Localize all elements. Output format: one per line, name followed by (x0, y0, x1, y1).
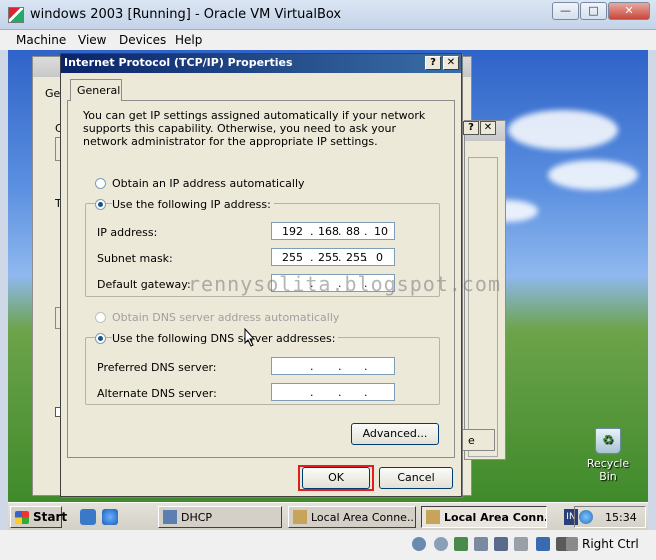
ip-manual-option[interactable]: Use the following IP address: (95, 198, 274, 211)
dns-manual-label: Use the following DNS server addresses: (112, 332, 339, 345)
help-button[interactable]: ? (425, 56, 441, 70)
ip-octet: 192 (282, 225, 303, 238)
shared-folders-icon[interactable] (474, 537, 488, 551)
watermark: rennysolita.blogspot.com (188, 272, 501, 296)
description-text: You can get IP settings assigned automat… (83, 109, 426, 148)
virtualbox-icon (8, 7, 24, 23)
background-button-label: e (468, 434, 475, 447)
optical-drive-icon[interactable] (434, 537, 448, 551)
subnet-mask-field[interactable]: 255. 255. 255. 0 (271, 248, 395, 266)
host-menubar: Machine View Devices Help (0, 30, 656, 50)
task-local-area-connection-1[interactable]: Local Area Conne... (288, 506, 416, 528)
menu-machine[interactable]: Machine (16, 33, 66, 47)
usb-icon[interactable] (454, 537, 468, 551)
dialog-titlebar: Internet Protocol (TCP/IP) Properties ? … (61, 54, 461, 73)
alternate-dns-field[interactable]: ... (271, 383, 395, 401)
tab-general-label: General (77, 84, 121, 97)
ip-octet: 10 (374, 225, 388, 238)
ip-auto-radio[interactable] (95, 178, 106, 189)
preferred-dns-label: Preferred DNS server: (97, 361, 217, 374)
subnet-octet: 255 (282, 251, 303, 264)
host-window-title: windows 2003 [Running] - Oracle VM Virtu… (30, 7, 342, 22)
task-dhcp[interactable]: DHCP (158, 506, 282, 528)
clock: 15:34 (605, 511, 637, 524)
dns-auto-option[interactable]: Obtain DNS server address automatically (95, 311, 339, 324)
host-key-icon (566, 537, 578, 551)
tab-general[interactable]: General (70, 79, 122, 101)
cloud (508, 110, 618, 150)
internet-explorer-icon[interactable] (102, 509, 118, 525)
hard-disk-icon[interactable] (412, 537, 426, 551)
dialog-close-button[interactable]: ✕ (443, 56, 459, 70)
task-label: Local Area Conn... (444, 511, 547, 524)
guest-taskbar: Start DHCP Local Area Conne... Local Are… (8, 502, 648, 530)
display-icon[interactable] (494, 537, 508, 551)
subnet-mask-label: Subnet mask: (97, 252, 173, 265)
advanced-button[interactable]: Advanced... (351, 423, 439, 445)
default-gateway-label: Default gateway: (97, 278, 191, 291)
preferred-dns-field[interactable]: ... (271, 357, 395, 375)
dns-manual-radio[interactable] (95, 333, 106, 344)
ip-auto-option[interactable]: Obtain an IP address automatically (95, 177, 305, 190)
ip-address-label: IP address: (97, 226, 158, 239)
start-button[interactable]: Start (10, 506, 67, 528)
maximize-button[interactable]: □ (580, 2, 607, 20)
recycle-bin[interactable]: Recycle Bin (578, 428, 638, 483)
system-tray: 15:34 (574, 506, 646, 528)
host-titlebar: windows 2003 [Running] - Oracle VM Virtu… (0, 0, 656, 30)
ip-manual-label: Use the following IP address: (112, 198, 274, 211)
cancel-button[interactable]: Cancel (379, 467, 453, 489)
start-label: Start (33, 510, 68, 524)
network-connection-icon (293, 510, 307, 524)
alternate-dns-label: Alternate DNS server: (97, 387, 217, 400)
menu-devices[interactable]: Devices (119, 33, 166, 47)
video-capture-icon[interactable] (514, 537, 528, 551)
ip-auto-label: Obtain an IP address automatically (112, 177, 305, 190)
subnet-octet: 255 (318, 251, 339, 264)
close-button[interactable]: ✕ (608, 2, 650, 20)
network-tray-icon[interactable] (579, 510, 593, 524)
dns-manual-option[interactable]: Use the following DNS server addresses: (95, 332, 339, 345)
minimize-button[interactable]: — (552, 2, 579, 20)
dns-auto-radio[interactable] (95, 312, 106, 323)
ip-octet: 88 (346, 225, 360, 238)
dns-auto-label: Obtain DNS server address automatically (112, 311, 340, 324)
mouse-cursor-icon (244, 328, 256, 347)
cloud (548, 160, 638, 190)
subnet-octet: 0 (376, 251, 383, 264)
dialog-title: Internet Protocol (TCP/IP) Properties (64, 56, 293, 69)
windows-logo-icon (15, 511, 29, 524)
host-key-label: Right Ctrl (582, 537, 639, 551)
network-connection-icon (426, 510, 440, 524)
ok-button[interactable]: OK (302, 467, 370, 489)
task-label: DHCP (181, 511, 213, 524)
ip-address-field[interactable]: 192. 168. 88. 10 (271, 222, 395, 240)
virtualization-icon[interactable] (536, 537, 550, 551)
recycle-bin-label: Recycle Bin (586, 457, 630, 483)
background-panel (468, 157, 498, 457)
recycle-bin-icon (595, 428, 621, 454)
task-local-area-connection-2[interactable]: Local Area Conn... (421, 506, 547, 528)
dhcp-icon (163, 510, 177, 524)
background-help-button[interactable]: ? (463, 121, 479, 135)
background-tab-label: Ge (45, 87, 61, 100)
menu-help[interactable]: Help (175, 33, 202, 47)
show-desktop-icon[interactable] (80, 509, 96, 525)
ip-octet: 168 (318, 225, 339, 238)
background-close-button[interactable]: ✕ (480, 121, 496, 135)
ip-manual-radio[interactable] (95, 199, 106, 210)
host-statusbar: Right Ctrl (0, 530, 656, 560)
host-window-controls: — □ ✕ (552, 2, 650, 20)
task-label: Local Area Conne... (311, 511, 416, 524)
menu-view[interactable]: View (78, 33, 106, 47)
